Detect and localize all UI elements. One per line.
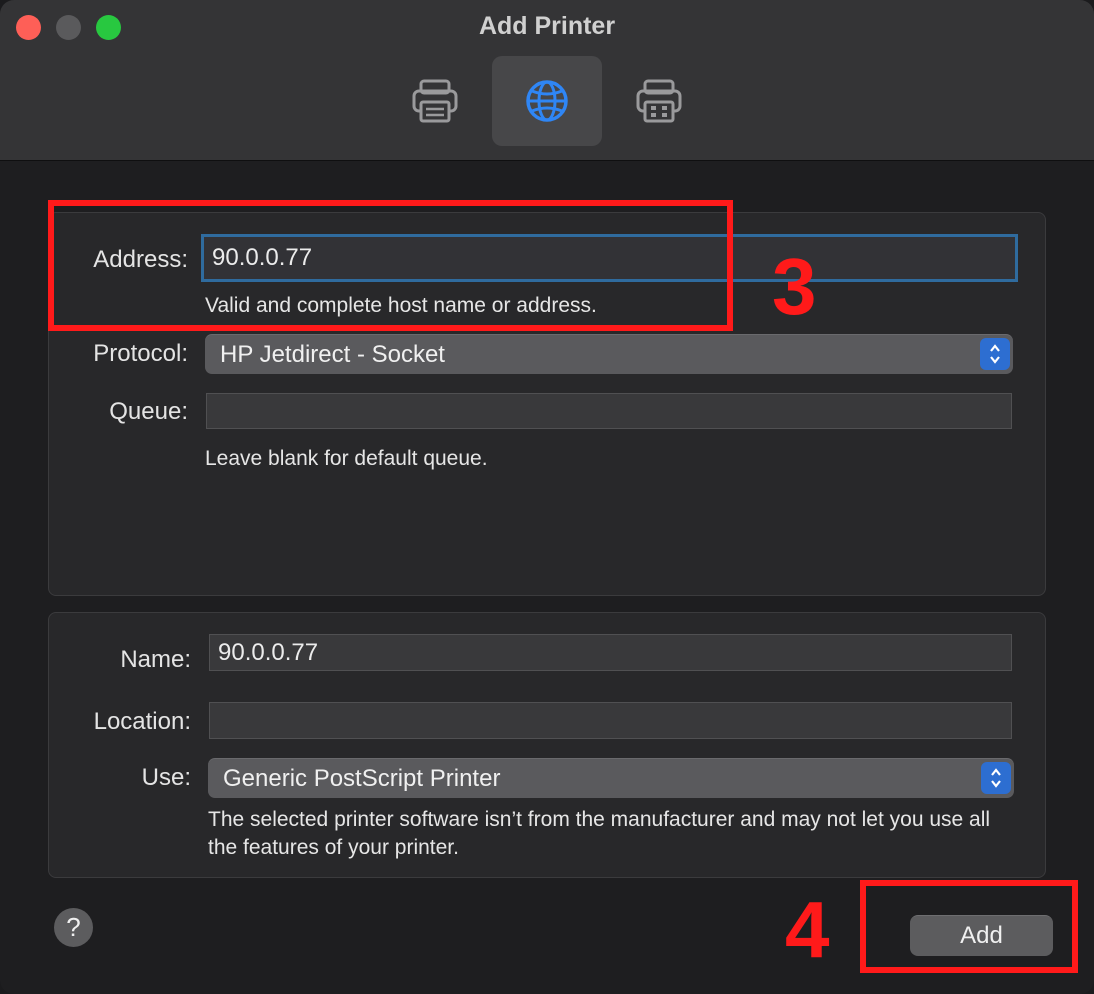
windows-printer-icon: [636, 79, 682, 123]
annotation-step-4: 4: [785, 885, 830, 974]
annotation-step-3: 3: [772, 242, 817, 331]
toolbar-ip-button[interactable]: [492, 56, 602, 146]
location-input[interactable]: [209, 702, 1012, 739]
location-label: Location:: [93, 708, 191, 735]
annotation-box-address: [48, 200, 733, 331]
protocol-value: HP Jetdirect - Socket: [220, 340, 445, 368]
globe-icon: [526, 80, 568, 122]
use-popup[interactable]: Generic PostScript Printer: [208, 758, 1014, 798]
up-down-chevron-icon: [980, 338, 1010, 370]
titlebar: Add Printer: [0, 0, 1094, 161]
protocol-label: Protocol:: [93, 340, 188, 367]
add-printer-window: Add Printer Address: 90.0.0.77 Valid and…: [0, 0, 1094, 994]
toolbar-windows-button[interactable]: [604, 56, 714, 146]
use-help-text: The selected printer software isn’t from…: [208, 808, 991, 859]
name-label: Name:: [120, 646, 191, 673]
printer-icon: [412, 79, 458, 123]
name-input[interactable]: 90.0.0.77: [209, 634, 1012, 671]
protocol-popup[interactable]: HP Jetdirect - Socket: [205, 334, 1013, 374]
annotation-box-add: [860, 880, 1078, 973]
window-title: Add Printer: [478, 12, 616, 40]
queue-input[interactable]: [206, 393, 1012, 429]
use-value: Generic PostScript Printer: [223, 764, 501, 792]
help-button[interactable]: ?: [54, 908, 93, 947]
queue-help-text: Leave blank for default queue.: [205, 447, 488, 470]
use-label: Use:: [141, 764, 191, 791]
queue-label: Queue:: [109, 398, 188, 425]
up-down-chevron-icon: [981, 762, 1011, 794]
toolbar-default-printer-button[interactable]: [380, 56, 490, 146]
